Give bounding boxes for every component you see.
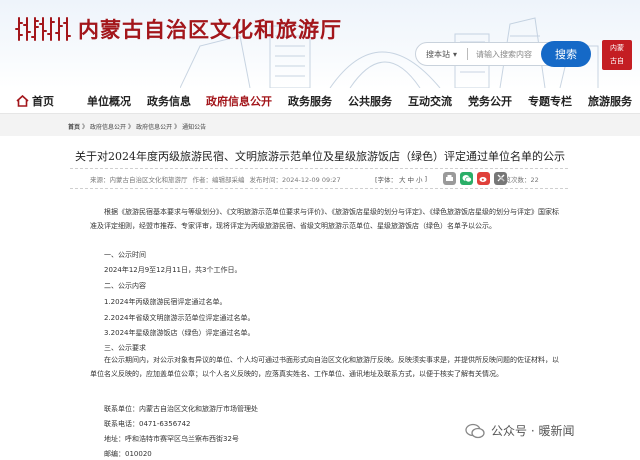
nav-item-public-services[interactable]: 公共服务 (348, 88, 392, 114)
watermark-text: 公众号 · 暖新闻 (491, 424, 575, 438)
government-seal-logo[interactable]: 内蒙 古自 (602, 40, 632, 70)
breadcrumb-separator: 》 (128, 124, 135, 131)
breadcrumb-separator: 》 (82, 124, 89, 131)
nav-item-government-services[interactable]: 政务服务 (288, 88, 332, 114)
search-scope-label: 搜本站 (426, 49, 450, 59)
view-count: 浏览次数：22 (498, 176, 539, 184)
seal-text: 内蒙 (610, 44, 624, 52)
site-header: 内蒙古自治区文化和旅游厅 搜本站 ▾ 搜索 内蒙 古自 (0, 0, 640, 88)
article-line: 2.2024年省级文明旅游示范单位评定通过名单。 (104, 314, 255, 322)
section-heading: 二、公示内容 (104, 282, 146, 290)
watermark: 公众号 · 暖新闻 (465, 422, 574, 439)
chevron-down-icon: ▾ (453, 49, 458, 59)
nav-item-government-info[interactable]: 政务信息 (147, 88, 191, 114)
nav-item-unit-overview[interactable]: 单位概况 (87, 88, 131, 114)
site-logo[interactable]: 内蒙古自治区文化和旅游厅 (14, 14, 342, 44)
breadcrumb-item[interactable]: 政府信息公开 (90, 122, 126, 131)
divider (70, 168, 568, 169)
font-size-large-link[interactable]: 大 (399, 174, 406, 184)
contact-unit: 联系单位：内蒙古自治区文化和旅游厅市场管理处 (104, 405, 258, 413)
font-size-suffix: ] (424, 175, 428, 183)
divider (70, 188, 568, 189)
search-button[interactable]: 搜索 (541, 41, 591, 67)
article-editor: 编辑部采编 (212, 176, 245, 184)
wechat-icon[interactable] (460, 171, 473, 185)
article-line: 1.2024年丙级旅游民宿评定通过名单。 (104, 298, 227, 306)
article-line: 2024年12月9至12月11日，共3个工作日。 (104, 266, 242, 274)
mongolian-script-icon (15, 17, 71, 41)
nav-item-home[interactable]: 首页 (16, 88, 54, 114)
article-date: 发布时间：2024-12-09 09:27 (249, 176, 341, 184)
nav-home-label: 首页 (32, 95, 54, 108)
seal-text: 古自 (610, 57, 624, 65)
nav-item-special-topics[interactable]: 专题专栏 (528, 88, 572, 114)
section-heading: 一、公示时间 (104, 251, 146, 259)
breadcrumb: 首页 》 政府信息公开 》 政府信息公开 》 通知公告 (68, 122, 206, 131)
contact-postcode: 邮编：010020 (104, 450, 152, 458)
contact-address: 地址：呼和浩特市赛罕区乌兰察布西街32号 (104, 435, 239, 443)
nav-item-party-affairs[interactable]: 党务公开 (468, 88, 512, 114)
article-intro: 根据《旅游民宿基本要求与等级划分》、《文明旅游示范单位要求与评价》、《旅游饭店星… (90, 208, 559, 230)
search-scope-select[interactable]: 搜本站 ▾ (426, 49, 457, 60)
breadcrumb-separator: 》 (174, 124, 181, 131)
article-author: 作者： (192, 176, 213, 184)
breadcrumb-item[interactable]: 政府信息公开 (136, 122, 172, 131)
nav-item-interaction[interactable]: 互动交流 (408, 88, 452, 114)
breadcrumb-item[interactable]: 通知公告 (182, 122, 206, 131)
breadcrumb-home[interactable]: 首页 (68, 122, 80, 131)
font-size-small-link[interactable]: 小 (416, 174, 423, 184)
font-size-medium-link[interactable]: 中 (408, 174, 415, 184)
nav-item-tourism-services[interactable]: 旅游服务 (588, 88, 632, 114)
wechat-icon (465, 423, 485, 438)
contact-phone: 联系电话：0471-6356742 (104, 420, 191, 428)
main-nav: 首页 单位概况 政务信息 政府信息公开 政务服务 公共服务 互动交流 党务公开 … (0, 88, 640, 114)
section-heading: 三、公示要求 (104, 344, 146, 352)
article-source: 来源：内蒙古自治区文化和旅游厅 (90, 176, 188, 184)
print-icon[interactable] (443, 171, 456, 185)
article-requirement: 在公示期间内，对公示对象有异议的单位、个人均可通过书面形式向自治区文化和旅游厅反… (90, 356, 559, 378)
article-line: 3.2024年星级旅游饭店（绿色）评定通过名单。 (104, 329, 255, 337)
weibo-icon[interactable] (477, 171, 490, 185)
home-icon (16, 95, 29, 107)
site-title: 内蒙古自治区文化和旅游厅 (78, 17, 342, 42)
nav-item-info-disclosure[interactable]: 政府信息公开 (206, 88, 272, 114)
search-divider (467, 48, 469, 60)
font-size-switcher: [字体： 大 中 小 ] (375, 172, 427, 186)
article-title: 关于对2024年度丙级旅游民宿、文明旅游示范单位及星级旅游饭店（绿色）评定通过单… (75, 150, 565, 163)
font-size-prefix: [字体： (375, 176, 398, 184)
